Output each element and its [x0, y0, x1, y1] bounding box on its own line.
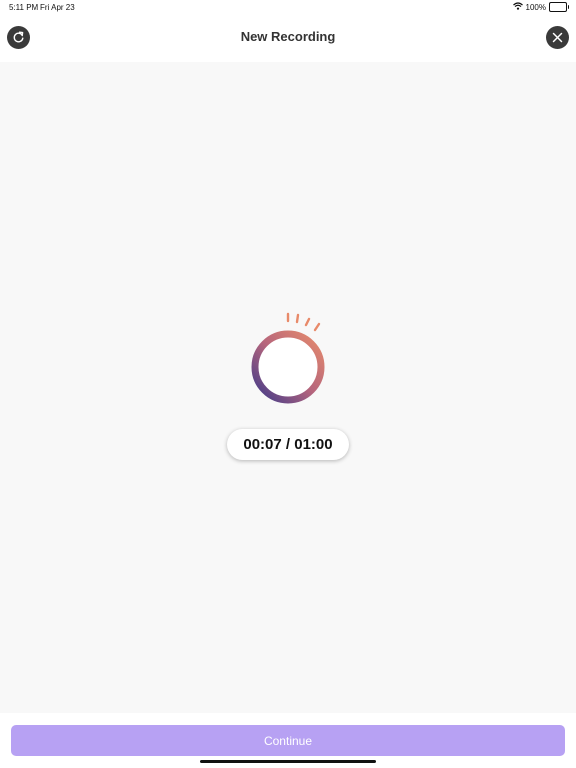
battery-full-icon — [549, 2, 569, 12]
status-bar: 5:11 PM Fri Apr 23 100% — [0, 0, 576, 14]
continue-button[interactable]: Continue — [11, 725, 565, 756]
wifi-icon — [512, 2, 523, 12]
close-icon — [552, 32, 563, 43]
page-title: New Recording — [240, 29, 336, 44]
status-date: Fri Apr 23 — [40, 3, 75, 12]
close-button[interactable] — [546, 26, 569, 49]
status-indicators: 100% — [512, 2, 569, 12]
battery-percent: 100% — [525, 2, 546, 12]
recording-indicator — [248, 310, 328, 408]
home-indicator[interactable] — [200, 760, 376, 763]
nav-bar: New Recording — [0, 14, 576, 62]
sound-wave-icon — [251, 312, 325, 404]
status-time: 5:11 PM — [9, 3, 39, 12]
recording-timer: 00:07 / 01:00 — [227, 429, 349, 460]
